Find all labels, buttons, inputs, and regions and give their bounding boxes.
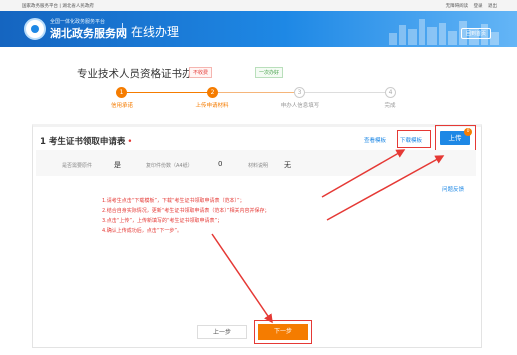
top-left-links[interactable]: 国家政务服务平台 | 湖北省人民政府 (22, 3, 94, 9)
step-4-circle: 4 (385, 87, 396, 98)
instruction-line-1: 1.请考生点击“下载模板”，下载“考生证书领取申请表（范本）”； (102, 198, 245, 204)
login-link[interactable]: 登录 (474, 4, 483, 9)
feedback-link[interactable]: 问题反馈 (442, 185, 464, 193)
step-1-label: 信用承诺 (110, 103, 134, 109)
logo-title[interactable]: 湖北政务服务网 (50, 25, 127, 41)
download-highlight-box (397, 130, 431, 148)
fee-tag: 不收费 (189, 67, 213, 78)
note-value: 无 (284, 161, 291, 169)
material-title-text: 1 考生证书领取申请表 (40, 137, 126, 147)
instruction-line-2: 2.结合自身实际情况，更新“考生证书领取申请表（范本）”相关内容并保存； (102, 208, 270, 214)
step-2-circle: 2 (207, 87, 218, 98)
paper-required-value: 是 (114, 161, 121, 169)
copies-value: 0 (218, 160, 223, 168)
required-mark: • (127, 137, 133, 147)
site-header: 全国一体化政务服务平台 湖北政务服务网 在线办理 回到首页 (0, 11, 517, 47)
instruction-line-4: 4.确认上传成功后，点击“下一步”。 (102, 228, 182, 234)
step-2-label: 上传申请材料 (195, 103, 229, 109)
logout-link[interactable]: 退出 (488, 4, 497, 9)
step-4-label: 完成 (384, 103, 396, 109)
note-label: 材料说明 (248, 163, 269, 169)
paper-required-label: 是否需要原件 (62, 163, 93, 169)
instruction-line-3: 3.点击“上传”，上传新填写的“考生证书领取申请表”； (102, 218, 223, 224)
step-connector-1 (127, 92, 212, 93)
step-connector-2 (218, 92, 298, 93)
next-highlight-box (254, 320, 312, 344)
top-right-links: 无障碍阅读 登录 退出 (442, 3, 497, 9)
logo-subtitle: 全国一体化政务服务平台 (50, 19, 106, 25)
previous-step-button[interactable]: 上一步 (197, 325, 247, 339)
view-sample-link[interactable]: 查看模板 (364, 136, 386, 144)
step-3-circle: 3 (294, 87, 305, 98)
step-3-label: 申办人信息填写 (280, 103, 320, 109)
material-title: 1 考生证书领取申请表 • (40, 135, 132, 147)
header-section-title: 在线办理 (131, 25, 180, 39)
accessibility-link[interactable]: 无障碍阅读 (446, 4, 469, 9)
visits-tag: 一次办好 (255, 67, 284, 78)
copies-label: 复印件份数（A4纸） (146, 163, 193, 169)
header-divider (122, 23, 123, 37)
back-home-button[interactable]: 回到首页 (460, 28, 491, 39)
site-logo-icon[interactable] (24, 18, 46, 40)
step-connector-3 (304, 92, 386, 93)
step-1-circle: 1 (116, 87, 127, 98)
service-title: 专业技术人员资格证书办理 (77, 68, 203, 80)
